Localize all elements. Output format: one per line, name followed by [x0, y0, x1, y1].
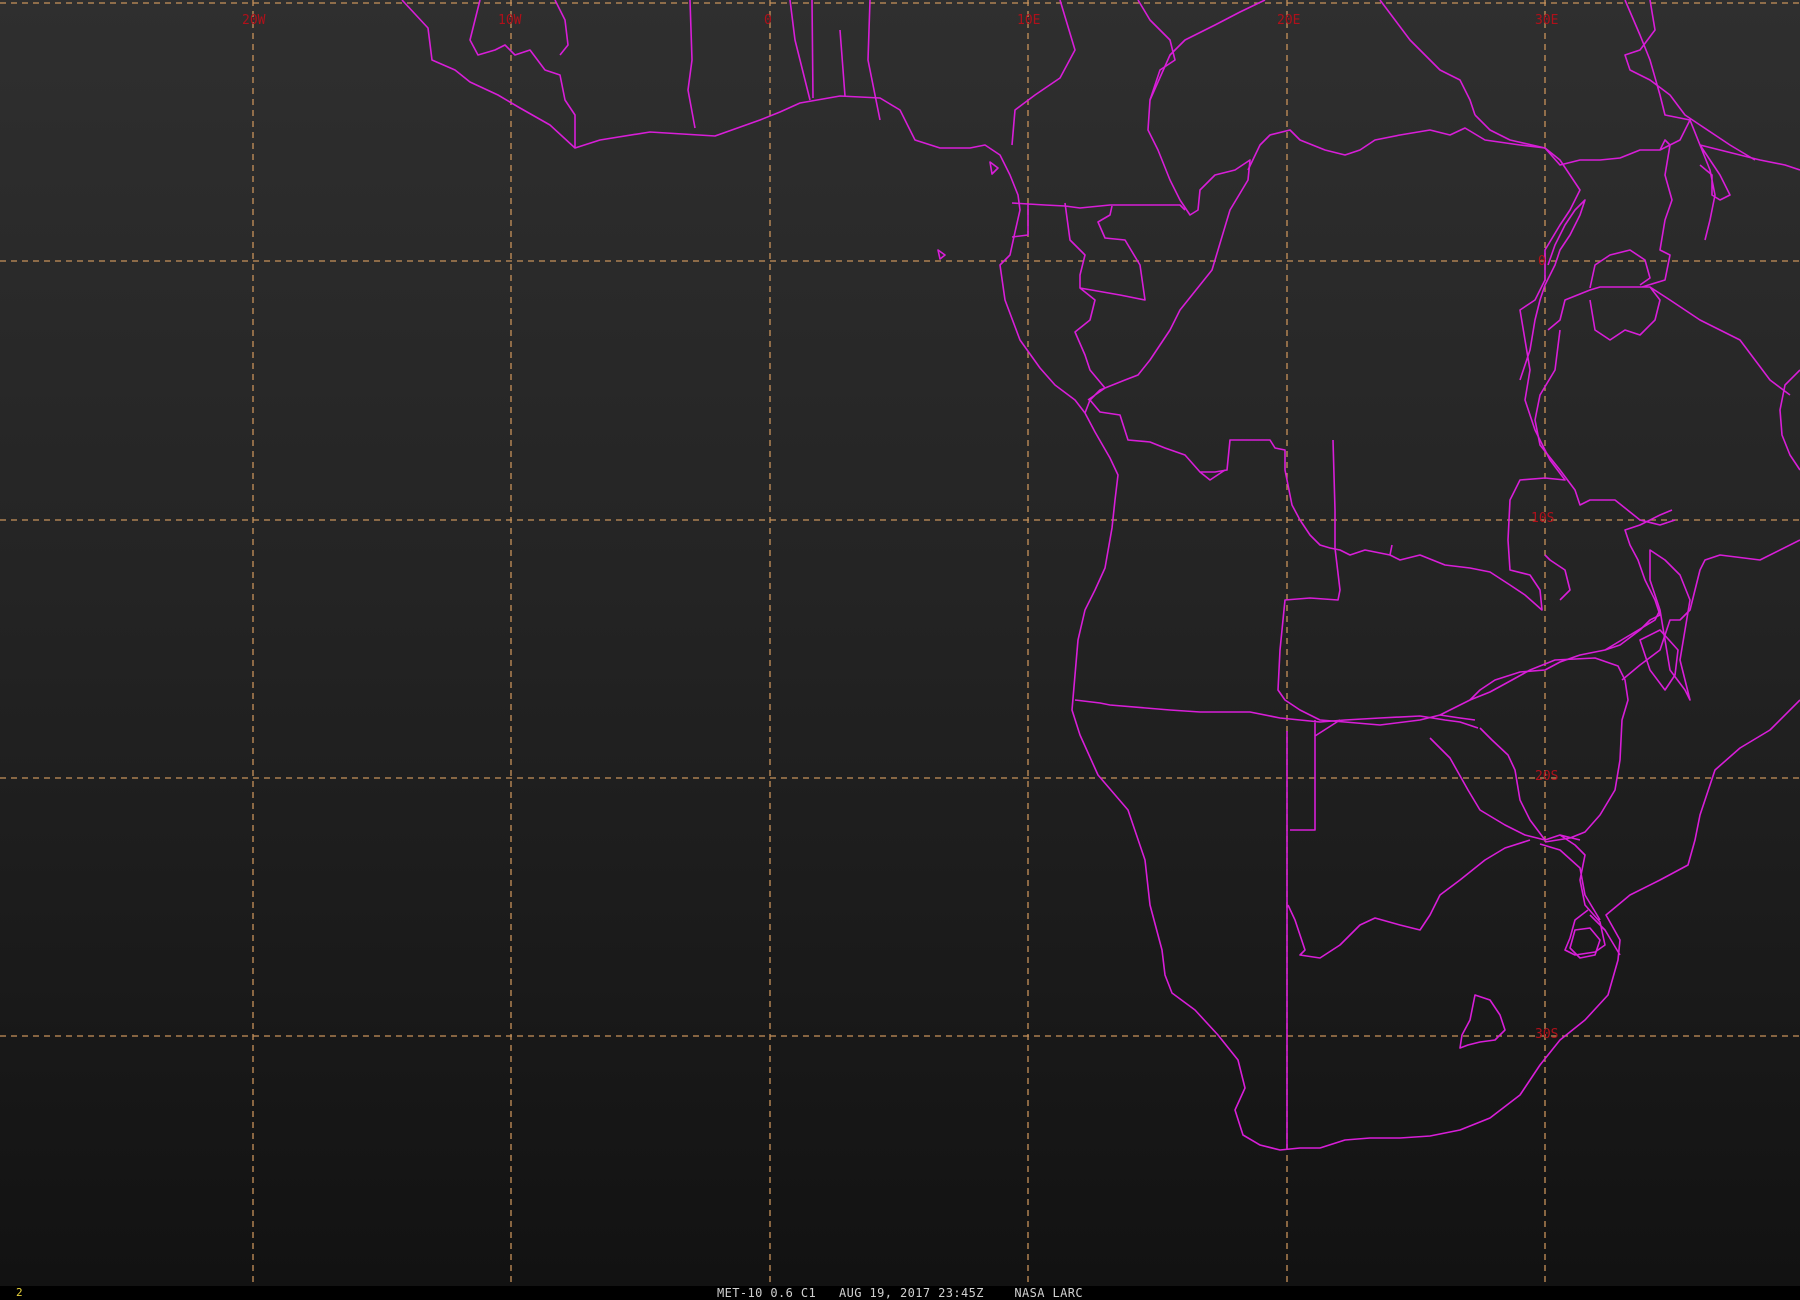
lon-label-20w: 20W	[242, 13, 266, 28]
lon-label-0: 0	[764, 13, 772, 28]
lat-label-30s: 30S	[1535, 1027, 1558, 1042]
status-bar: 2 MET-10 0.6 C1 AUG 19, 2017 23:45Z NASA…	[0, 1286, 1800, 1300]
map-canvas: 20W 10W 0 10E 20E 30E 0 10S 20S 30S	[0, 0, 1800, 1286]
lon-label-10w: 10W	[498, 13, 522, 28]
lat-label-0: 0	[1538, 254, 1546, 269]
lat-label-20s: 20S	[1535, 769, 1558, 784]
lon-label-20e: 20E	[1277, 13, 1300, 28]
imagery-background	[0, 0, 1800, 1286]
lon-label-10e: 10E	[1017, 13, 1040, 28]
satellite-map-viewer[interactable]: 20W 10W 0 10E 20E 30E 0 10S 20S 30S	[0, 0, 1800, 1300]
image-caption: MET-10 0.6 C1 AUG 19, 2017 23:45Z NASA L…	[717, 1286, 1083, 1300]
lon-label-30e: 30E	[1535, 13, 1558, 28]
lat-label-10s: 10S	[1531, 511, 1554, 526]
